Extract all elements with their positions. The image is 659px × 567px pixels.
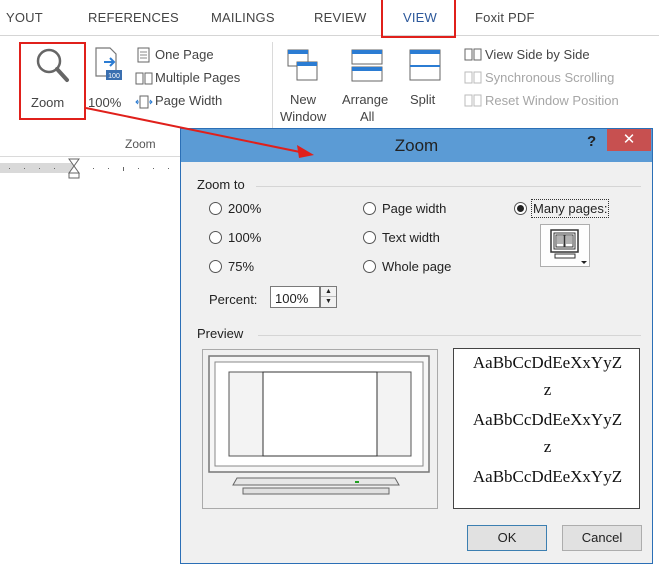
radio-75-percent[interactable]: 75% bbox=[209, 259, 254, 274]
radio-whole-page-label: Whole page bbox=[382, 259, 452, 274]
monitor-preview-icon bbox=[208, 355, 430, 495]
one-page-icon bbox=[137, 47, 150, 63]
sample-line-2: z bbox=[543, 380, 552, 399]
tab-references[interactable]: REFERENCES bbox=[88, 10, 179, 25]
sample-line-1: AaBbCcDdEeXxYyZ bbox=[472, 353, 623, 372]
new-window-label-2: Window bbox=[280, 109, 327, 124]
sample-line-4: z bbox=[543, 437, 552, 456]
tab-review[interactable]: REVIEW bbox=[314, 10, 366, 25]
horizontal-ruler bbox=[0, 156, 190, 180]
reset-window-position-label: Reset Window Position bbox=[485, 93, 619, 108]
split-icon bbox=[409, 49, 441, 81]
cancel-button[interactable]: Cancel bbox=[562, 525, 642, 551]
view-tab-highlight bbox=[381, 0, 456, 38]
radio-many-pages-label: Many pages: bbox=[530, 199, 610, 218]
radio-circle bbox=[209, 202, 222, 215]
view-side-by-side-button[interactable]: View Side by Side bbox=[464, 46, 644, 66]
arrange-all-label-2: All bbox=[360, 109, 375, 124]
ok-button[interactable]: OK bbox=[467, 525, 547, 551]
multiple-pages-button[interactable]: Multiple Pages bbox=[132, 69, 262, 89]
synchronous-scrolling-button[interactable]: Synchronous Scrolling bbox=[464, 69, 654, 89]
close-button[interactable]: ✕ bbox=[607, 129, 651, 151]
dialog-title: Zoom bbox=[394, 136, 439, 155]
preview-label: Preview bbox=[197, 326, 244, 341]
dialog-titlebar[interactable]: Zoom ? ✕ bbox=[181, 129, 652, 162]
radio-circle bbox=[363, 231, 376, 244]
many-pages-picker-button[interactable] bbox=[540, 224, 590, 267]
one-page-label: One Page bbox=[155, 47, 214, 62]
radio-text-width[interactable]: Text width bbox=[363, 230, 440, 245]
tab-mailings[interactable]: MAILINGS bbox=[211, 10, 275, 25]
multiple-pages-icon bbox=[135, 72, 153, 85]
multiple-pages-label: Multiple Pages bbox=[155, 70, 241, 85]
percent-label: Percent: bbox=[209, 292, 258, 307]
radio-200-label: 200% bbox=[228, 201, 262, 216]
arrange-all-label-1: Arrange bbox=[342, 92, 389, 107]
radio-circle bbox=[209, 231, 222, 244]
page-width-button[interactable]: Page Width bbox=[132, 92, 252, 112]
zoom-to-label: Zoom to bbox=[197, 177, 245, 192]
view-side-by-side-label: View Side by Side bbox=[485, 47, 590, 62]
new-window-icon bbox=[287, 49, 318, 81]
arrange-all-button[interactable]: Arrange All bbox=[340, 46, 396, 126]
spin-up-icon[interactable]: ▲ bbox=[321, 287, 336, 297]
sample-line-5: AaBbCcDdEeXxYyZ bbox=[472, 467, 623, 486]
hundred-percent-label: 100% bbox=[88, 95, 122, 110]
radio-whole-page[interactable]: Whole page bbox=[363, 259, 451, 274]
arrange-all-icon bbox=[351, 49, 383, 82]
radio-100-label: 100% bbox=[228, 230, 262, 245]
radio-page-width-label: Page width bbox=[382, 201, 447, 216]
zoom-to-divider bbox=[256, 186, 641, 187]
ruler-ticks bbox=[0, 158, 190, 179]
radio-many-pages[interactable]: Many pages: bbox=[514, 199, 610, 218]
new-window-label-1: New bbox=[290, 92, 317, 107]
help-button[interactable]: ? bbox=[587, 133, 596, 150]
page-width-label: Page Width bbox=[155, 93, 223, 108]
zoom-dialog: Zoom ? ✕ Zoom to 200% 100% 75% Page widt… bbox=[180, 128, 653, 564]
radio-page-width[interactable]: Page width bbox=[363, 201, 446, 216]
reset-window-position-button[interactable]: Reset Window Position bbox=[464, 92, 659, 112]
radio-circle-selected bbox=[514, 202, 527, 215]
radio-circle bbox=[363, 202, 376, 215]
reset-window-icon bbox=[464, 94, 482, 107]
hundred-icon-text: 100 bbox=[108, 73, 120, 80]
preview-sample-text: AaBbCcDdEeXxYyZ z AaBbCcDdEeXxYyZ z AaBb… bbox=[453, 348, 640, 509]
radio-text-width-label: Text width bbox=[382, 230, 440, 245]
ribbon-tab-bar: YOUT REFERENCES MAILINGS REVIEW VIEW Fox… bbox=[0, 0, 659, 36]
radio-circle bbox=[209, 260, 222, 273]
hundred-percent-button[interactable]: 100 100% bbox=[88, 44, 126, 114]
zoom-group-label: Zoom bbox=[125, 137, 156, 151]
preview-panel bbox=[202, 349, 438, 509]
split-button[interactable]: Split bbox=[404, 46, 446, 116]
radio-75-label: 75% bbox=[228, 259, 255, 274]
tab-layout[interactable]: YOUT bbox=[6, 10, 43, 25]
new-window-button[interactable]: New Window bbox=[280, 46, 326, 126]
one-page-button[interactable]: One Page bbox=[132, 46, 242, 66]
synchronous-scrolling-label: Synchronous Scrolling bbox=[485, 70, 615, 85]
radio-100-percent[interactable]: 100% bbox=[209, 230, 261, 245]
zoom-button-highlight bbox=[19, 42, 86, 120]
sample-line-3: AaBbCcDdEeXxYyZ bbox=[472, 410, 623, 429]
hundred-percent-icon: 100 bbox=[95, 47, 122, 80]
spin-down-icon[interactable]: ▼ bbox=[321, 297, 336, 307]
percent-spinner: ▲ ▼ bbox=[320, 286, 337, 308]
monitor-pages-icon bbox=[550, 229, 587, 264]
preview-divider bbox=[258, 335, 641, 336]
side-by-side-icon bbox=[464, 48, 482, 61]
split-label: Split bbox=[410, 92, 436, 107]
radio-circle bbox=[363, 260, 376, 273]
sync-scroll-icon bbox=[464, 71, 482, 84]
tab-foxit-pdf[interactable]: Foxit PDF bbox=[475, 10, 535, 25]
percent-input[interactable] bbox=[270, 286, 320, 308]
page-width-icon bbox=[135, 95, 153, 109]
radio-200-percent[interactable]: 200% bbox=[209, 201, 261, 216]
